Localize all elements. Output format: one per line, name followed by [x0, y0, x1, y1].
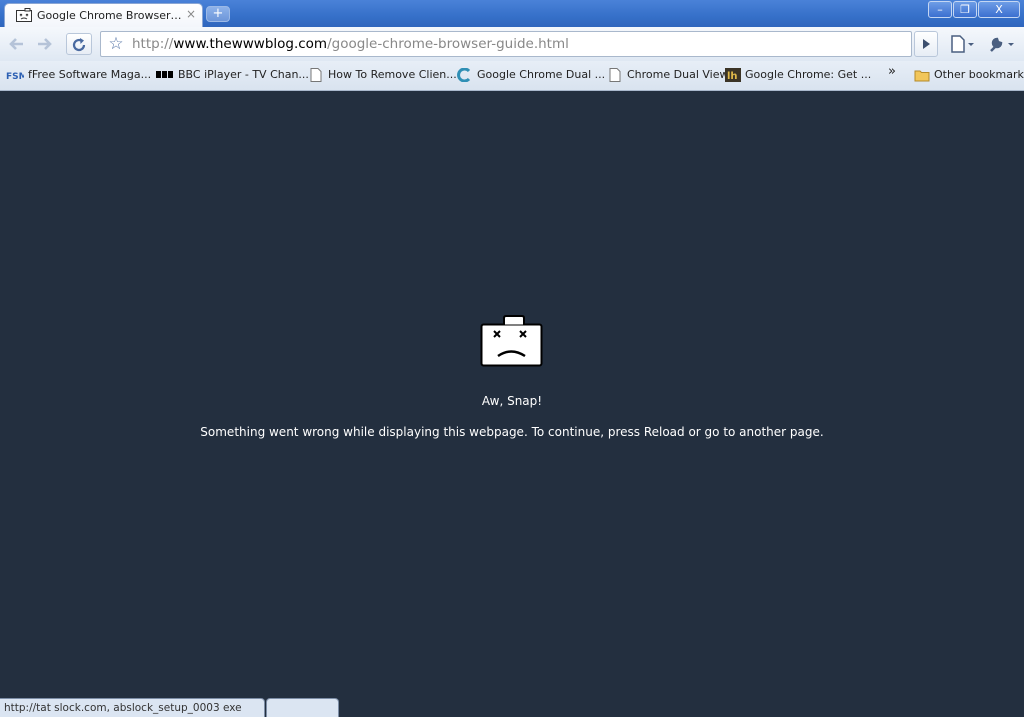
bookmark-label: BBC iPlayer - TV Chan...: [178, 68, 309, 81]
window-close-button[interactable]: X: [978, 1, 1020, 18]
c-logo-icon: [457, 68, 471, 82]
reload-icon: [72, 38, 86, 52]
bbc-icon: [156, 71, 173, 78]
url-text[interactable]: http://www.thewwwblog.com/google-chrome-…: [132, 36, 569, 52]
svg-text:FSM: FSM: [6, 72, 24, 82]
tab-strip: Google Chrome Browser Gu... × + – ❐ X: [0, 0, 1024, 27]
bookmarks-overflow-chevron-icon[interactable]: »: [888, 64, 896, 81]
other-bookmarks-button[interactable]: Other bookmarks: [914, 68, 1024, 85]
restore-button[interactable]: ❐: [953, 1, 977, 18]
forward-arrow-icon: [38, 38, 52, 50]
go-button[interactable]: [914, 31, 938, 57]
crash-message: Something went wrong while displaying th…: [200, 425, 824, 439]
bookmark-item[interactable]: FSM fFree Software Maga...: [6, 68, 151, 85]
url-path: /google-chrome-browser-guide.html: [327, 36, 569, 52]
back-arrow-icon: [9, 38, 23, 50]
sad-folder-icon: [480, 315, 543, 367]
new-tab-button[interactable]: +: [206, 6, 230, 22]
forward-button[interactable]: [32, 33, 56, 55]
tab-close-icon[interactable]: ×: [186, 7, 198, 21]
bookmark-label: Google Chrome Dual ...: [477, 68, 606, 81]
folder-icon: [914, 70, 930, 82]
toolbar: ☆ http://www.thewwwblog.com/google-chrom…: [0, 27, 1024, 61]
bookmark-item[interactable]: BBC iPlayer - TV Chan...: [156, 68, 309, 85]
bookmark-label: Chrome Dual View: [627, 68, 729, 81]
other-bookmarks-label: Other bookmarks: [934, 68, 1024, 81]
bookmark-item[interactable]: How To Remove Clien...: [308, 68, 457, 85]
sad-tab-icon: [16, 8, 32, 22]
wrench-icon: [990, 37, 1014, 52]
bookmark-item[interactable]: Google Chrome Dual ...: [457, 68, 605, 85]
sad-tab-page: Aw, Snap! Something went wrong while dis…: [0, 92, 1024, 717]
bookmark-star-icon[interactable]: ☆: [105, 34, 127, 54]
page-menu-button[interactable]: [948, 33, 978, 55]
wrench-menu-button[interactable]: [986, 33, 1018, 55]
reload-button[interactable]: [66, 33, 92, 55]
crash-title: Aw, Snap!: [481, 394, 543, 408]
bookmark-item[interactable]: lh Google Chrome: Get ...: [725, 68, 871, 85]
page-menu-icon: [951, 35, 974, 53]
omnibox[interactable]: ☆ http://www.thewwwblog.com/google-chrom…: [100, 31, 912, 57]
page-icon: [609, 68, 621, 82]
tab-title: Google Chrome Browser Gu...: [37, 9, 185, 22]
bookmark-label: Google Chrome: Get ...: [745, 68, 872, 81]
lh-icon: lh: [725, 68, 741, 82]
bookmark-label: fFree Software Maga...: [28, 68, 152, 81]
url-host: www.thewwwblog.com: [173, 36, 328, 52]
bookmark-label: How To Remove Clien...: [328, 68, 457, 81]
download-shelf-tab: [266, 698, 339, 717]
bookmarks-bar: FSM fFree Software Maga... BBC iPlayer -…: [0, 61, 1024, 91]
url-scheme: http://: [132, 36, 174, 52]
fsm-icon: FSM: [6, 72, 24, 82]
svg-text:lh: lh: [727, 71, 738, 82]
tab-active[interactable]: Google Chrome Browser Gu... ×: [4, 3, 203, 27]
back-button[interactable]: [5, 33, 29, 55]
minimize-button[interactable]: –: [928, 1, 952, 18]
page-icon: [310, 68, 322, 82]
status-text: http://tat slock.com, abslock_setup_0003…: [4, 702, 242, 714]
play-icon: [923, 39, 930, 49]
status-bubble: http://tat slock.com, abslock_setup_0003…: [0, 698, 265, 717]
bookmark-item[interactable]: Chrome Dual View: [607, 68, 728, 85]
